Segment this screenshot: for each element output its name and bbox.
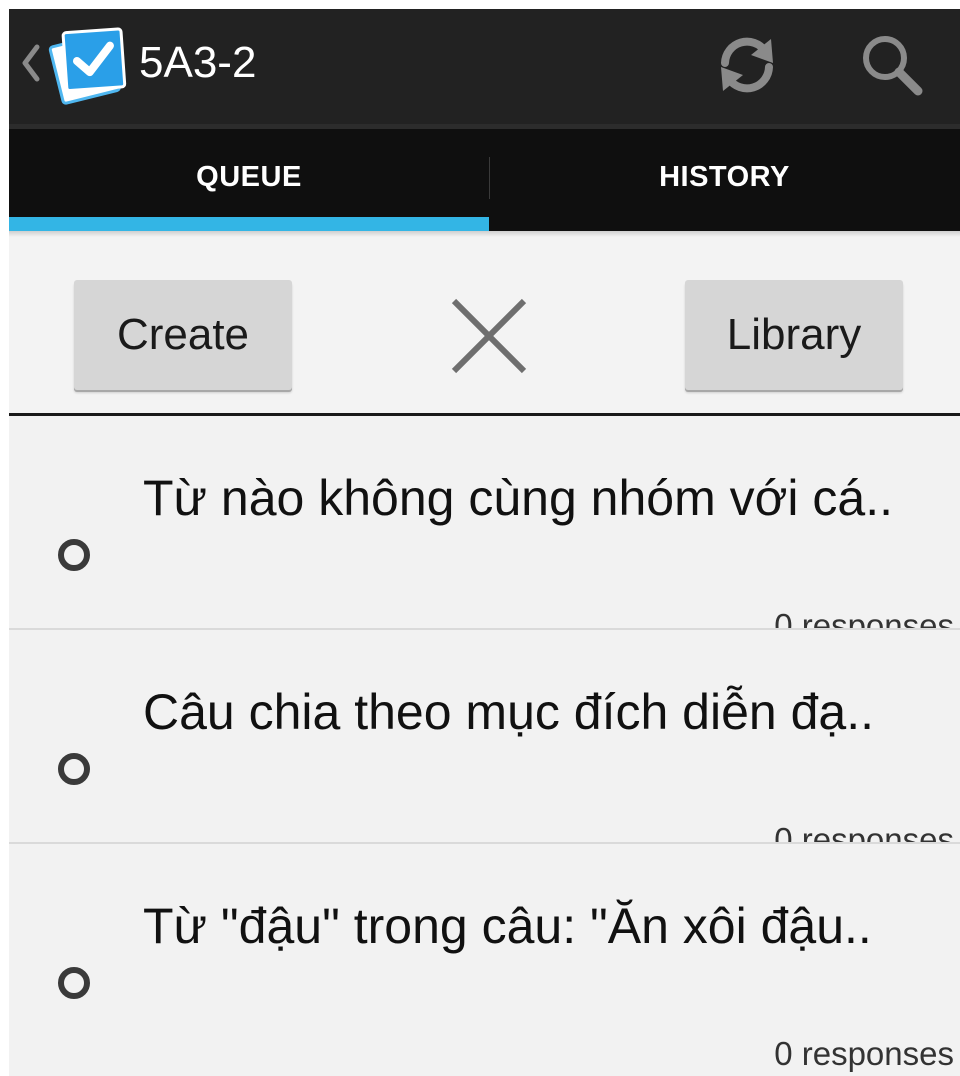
refresh-icon [721,37,773,93]
app-title: 5A3-2 [139,38,257,87]
question-item-3[interactable]: Từ "đậu" trong câu: "Ăn xôi đậu.. 0 resp… [9,844,960,1072]
checkbox-logo-icon[interactable] [45,23,129,107]
question-list: Từ nào không cùng nhóm với cá.. 0 respon… [9,416,960,1072]
tab-queue[interactable]: QUEUE [9,129,489,231]
button-toolbar: Create Library [9,231,960,415]
tab-bar: QUEUE HISTORY [9,129,960,231]
chevron-left-icon[interactable] [19,41,43,85]
question-item-1[interactable]: Từ nào không cùng nhóm với cá.. 0 respon… [9,416,960,644]
ring-icon [58,539,90,571]
screen: 5A3-2 QUEUE HISTORY Create Library Từ nà… [9,9,960,1076]
search-button[interactable] [852,25,932,105]
tab-history[interactable]: HISTORY [489,129,960,231]
ring-icon [58,967,90,999]
close-icon [451,298,527,374]
question-item-2[interactable]: Câu chia theo mục đích diễn đạ.. 0 respo… [9,630,960,858]
search-icon [863,36,923,96]
question-text: Từ "đậu" trong câu: "Ăn xôi đậu.. [143,898,872,954]
question-text: Câu chia theo mục đích diễn đạ.. [143,684,875,740]
question-text: Từ nào không cùng nhóm với cá.. [143,470,893,526]
response-count: 0 responses [774,1035,954,1072]
action-bar: 5A3-2 [9,9,960,124]
library-button[interactable]: Library [685,280,903,390]
refresh-button[interactable] [707,25,787,105]
ring-icon [58,753,90,785]
tab-history-label: HISTORY [659,161,790,193]
tab-selected-indicator [9,217,489,231]
tab-queue-label: QUEUE [196,161,302,193]
tab-shadow [9,231,960,237]
clear-button[interactable] [444,291,534,381]
create-button[interactable]: Create [74,280,292,390]
